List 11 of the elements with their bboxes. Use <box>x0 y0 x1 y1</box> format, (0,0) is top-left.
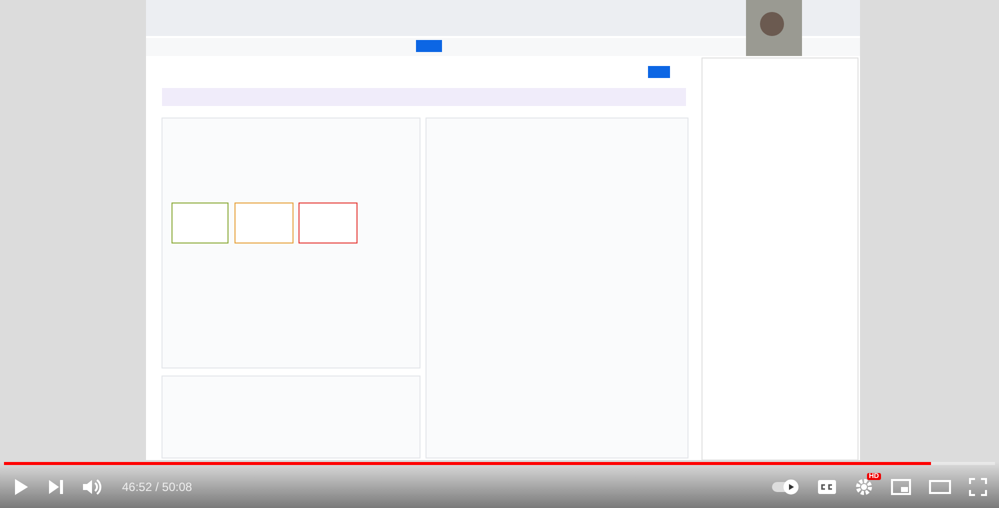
next-button[interactable] <box>48 478 64 494</box>
progress-bar[interactable] <box>4 462 995 465</box>
fullscreen-button[interactable] <box>969 478 987 496</box>
settings-button[interactable] <box>855 478 873 496</box>
time-display: 46:52 / 50:08 <box>122 480 192 494</box>
autoplay-toggle[interactable] <box>771 478 799 494</box>
volume-icon[interactable] <box>82 478 102 496</box>
captions-button[interactable] <box>817 478 837 494</box>
play-button[interactable] <box>12 478 30 496</box>
theater-mode-button[interactable] <box>929 480 951 494</box>
miniplayer-button[interactable] <box>891 478 911 494</box>
